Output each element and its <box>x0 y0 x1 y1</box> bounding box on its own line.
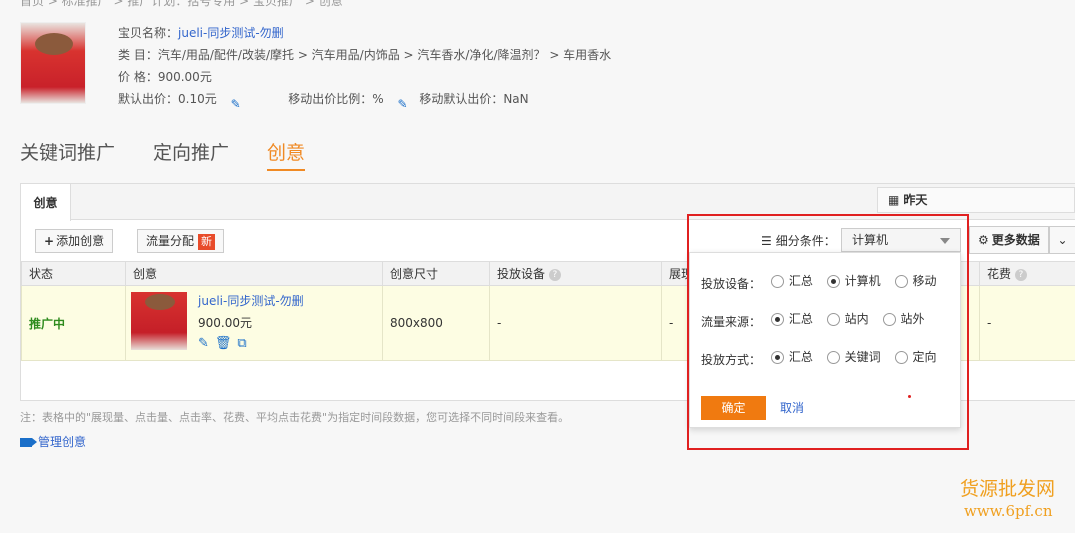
col-cost-label: 花费 <box>987 267 1012 281</box>
price-label: 价 格： <box>118 70 158 84</box>
date-range-button[interactable]: ▦ 昨天 <box>877 187 1075 213</box>
creative-actions: ✎🗑⧉ <box>198 336 253 351</box>
flow-allocation-button[interactable]: 流量分配新 <box>137 229 225 253</box>
annotation-dot <box>908 395 911 398</box>
more-data-label: 更多数据 <box>991 233 1040 247</box>
mobile-ratio-value: % <box>372 92 384 106</box>
category-value: 汽车/用品/配件/改装/摩托 > 汽车用品/内饰品 > 汽车香水/净化/降温剂？… <box>157 48 612 62</box>
category-label: 类 目： <box>118 48 158 62</box>
subtab-creative[interactable]: 创意 <box>21 184 71 221</box>
creative-price: 900.00元 <box>198 316 252 330</box>
manage-creative-link[interactable]: 管理创意 <box>20 433 86 450</box>
preview-icon[interactable]: ⧉ <box>237 336 252 351</box>
new-badge: 新 <box>198 234 216 250</box>
default-bid-value: 0.10元 <box>178 92 217 106</box>
cost-cell: - <box>979 285 1075 361</box>
more-data-button[interactable]: ⚙ 更多数据 <box>969 226 1049 254</box>
product-image <box>20 22 86 104</box>
breadcrumb[interactable]: 首页 > 标准推广 > 推广计划：括号专用 > 宝贝推广 > 创意 <box>20 0 343 9</box>
col-cost: 花费 ? <box>979 261 1075 286</box>
video-camera-icon <box>20 438 37 447</box>
table-note: 注：表格中的"展现量、点击量、点击率、花费、平均点击花费"为指定时间段数据，您可… <box>20 411 570 424</box>
edit-default-bid-pencil-icon[interactable]: ✎ <box>231 93 245 111</box>
product-name-link[interactable]: jueli-同步测试-勿删 <box>178 26 284 40</box>
plus-icon: + <box>44 234 55 248</box>
help-icon[interactable]: ? <box>1014 268 1027 281</box>
trash-icon[interactable]: 🗑 <box>215 336 238 351</box>
col-creative: 创意 <box>125 261 383 286</box>
watermark: 货源批发网 www.6pf.cn <box>960 478 1055 522</box>
mobile-default-value: NaN <box>503 92 529 106</box>
name-label: 宝贝名称： <box>118 26 179 40</box>
add-creative-label: 添加创意 <box>56 234 105 248</box>
flow-allocation-label: 流量分配 <box>146 234 195 248</box>
creative-title-link[interactable]: jueli-同步测试-勿删 <box>198 292 304 309</box>
chevron-down-icon: ⌄ <box>1057 233 1068 247</box>
mobile-ratio-label: 移动出价比例： <box>288 92 373 106</box>
product-info: 宝贝名称：jueli-同步测试-勿删 类 目：汽车/用品/配件/改装/摩托 > … <box>118 22 612 111</box>
col-size: 创意尺寸 <box>382 261 490 286</box>
col-device: 投放设备 ? <box>489 261 662 286</box>
edit-mobile-ratio-pencil-icon[interactable]: ✎ <box>397 93 411 111</box>
col-status: 状态 <box>21 261 126 286</box>
pencil-icon[interactable]: ✎ <box>198 336 215 351</box>
date-range-label: 昨天 <box>903 193 928 207</box>
watermark-line2: www.6pf.cn <box>964 502 1053 520</box>
add-creative-button[interactable]: + 添加创意 <box>35 229 114 253</box>
creative-thumbnail[interactable] <box>131 292 187 350</box>
more-data-dropdown-button[interactable]: ⌄ <box>1049 226 1075 254</box>
watermark-line1: 货源批发网 <box>960 478 1056 500</box>
mobile-default-label: 移动默认出价： <box>419 92 504 106</box>
col-device-label: 投放设备 <box>497 267 546 281</box>
calendar-icon: ▦ <box>888 193 900 207</box>
tab-creative[interactable]: 创意 <box>267 138 306 171</box>
device-cell: - <box>489 285 662 361</box>
creative-cell: jueli-同步测试-勿删 900.00元 ✎🗑⧉ <box>125 285 383 361</box>
size-cell: 800x800 <box>382 285 490 361</box>
default-bid-label: 默认出价： <box>118 92 179 106</box>
tab-targeting-promo[interactable]: 定向推广 <box>153 138 229 171</box>
manage-creative-label: 管理创意 <box>38 435 87 449</box>
gear-icon: ⚙ <box>978 233 989 247</box>
main-tabs: 关键词推广 定向推广 创意 <box>20 138 343 171</box>
tab-keyword-promo[interactable]: 关键词推广 <box>20 138 115 171</box>
status-cell: 推广中 <box>21 285 126 361</box>
price-value: 900.00元 <box>157 70 212 84</box>
help-icon[interactable]: ? <box>548 268 561 281</box>
highlight-annotation-box <box>687 214 969 450</box>
